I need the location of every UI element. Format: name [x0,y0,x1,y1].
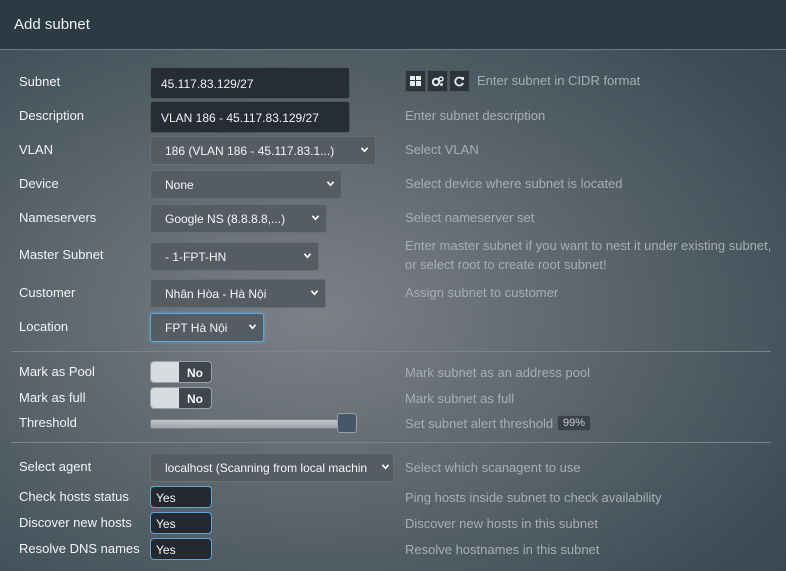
threshold-slider-track[interactable] [150,419,350,429]
agent-label: Select agent [19,459,92,474]
section-divider [11,351,771,352]
discover-toggle[interactable]: Yes [150,512,212,534]
threshold-hint: Set subnet alert threshold [405,416,554,431]
modal-header: Add subnet [0,0,786,50]
discover-hint: Discover new hosts in this subnet [405,516,598,531]
chevron-down-icon [327,181,334,187]
customer-select-value: Nhân Hòa - Hà Nội [165,287,267,301]
mark-full-toggle[interactable]: No [150,387,212,409]
customer-select[interactable]: Nhân Hòa - Hà Nội [150,279,326,308]
mark-full-label: Mark as full [19,390,86,405]
cogs-icon[interactable] [427,70,448,92]
resolve-dns-toggle[interactable]: Yes [150,538,212,560]
threshold-slider-handle[interactable] [337,413,357,433]
vlan-select-value: 186 (VLAN 186 - 45.117.83.1...) [165,144,335,158]
nameservers-label: Nameservers [19,210,97,225]
chevron-down-icon [361,147,368,153]
chevron-down-icon [312,215,319,221]
section-divider [11,442,771,443]
check-hosts-toggle[interactable]: Yes [150,486,212,508]
mark-full-hint: Mark subnet as full [405,391,515,406]
mark-pool-hint: Mark subnet as an address pool [405,365,590,380]
nameservers-select-value: Google NS (8.8.8.8,...) [165,212,286,226]
agent-select[interactable]: localhost (Scanning from local machin [150,453,394,482]
nameservers-hint: Select nameserver set [405,210,535,225]
resolve-dns-hint: Resolve hostnames in this subnet [405,542,600,557]
device-select-value: None [165,178,194,192]
description-input[interactable]: VLAN 186 - 45.117.83.129/27 [150,101,350,133]
modal-title: Add subnet [14,16,90,33]
chevron-down-icon [382,464,389,470]
mark-full-state: No [187,392,203,406]
threshold-value-badge: 99% [557,415,592,431]
mark-pool-label: Mark as Pool [19,364,95,379]
subnet-label: Subnet [19,74,61,89]
master-subnet-hint-line2: or select root to create root subnet! [405,257,607,272]
device-select[interactable]: None [150,170,342,199]
description-hint: Enter subnet description [405,108,546,123]
chevron-down-icon [304,253,311,259]
nameservers-select[interactable]: Google NS (8.8.8.8,...) [150,204,327,233]
master-subnet-select-value: - 1-FPT-HN [165,250,227,264]
threshold-label: Threshold [19,415,77,430]
vlan-hint: Select VLAN [405,142,479,157]
vlan-label: VLAN [19,142,53,157]
master-subnet-hint-line1: Enter master subnet if you want to nest … [405,238,772,253]
customer-hint: Assign subnet to customer [405,285,559,300]
chevron-down-icon [311,290,318,296]
location-label: Location [19,319,69,334]
master-subnet-label: Master Subnet [19,247,104,262]
resolve-dns-label: Resolve DNS names [19,541,140,556]
mark-pool-state: No [187,366,203,380]
table-icon[interactable] [405,70,426,92]
discover-label: Discover new hosts [19,515,132,530]
chevron-down-icon [249,324,256,330]
location-select[interactable]: FPT Hà Nội [150,313,264,342]
agent-hint: Select which scanagent to use [405,460,581,475]
vlan-select[interactable]: 186 (VLAN 186 - 45.117.83.1...) [150,136,376,165]
mark-pool-toggle[interactable]: No [150,361,212,383]
device-hint: Select device where subnet is located [405,176,623,191]
refresh-icon[interactable] [449,70,470,92]
subnet-hint: Enter subnet in CIDR format [477,73,641,88]
customer-label: Customer [19,285,76,300]
toggle-knob [151,362,179,382]
subnet-input[interactable]: 45.117.83.129/27 [150,67,350,99]
check-hosts-label: Check hosts status [19,489,129,504]
subnet-tools [405,70,471,92]
toggle-knob [151,388,179,408]
location-select-value: FPT Hà Nội [165,321,228,335]
master-subnet-select[interactable]: - 1-FPT-HN [150,242,319,271]
description-label: Description [19,108,85,123]
device-label: Device [19,176,59,191]
agent-select-value: localhost (Scanning from local machin [165,461,368,475]
check-hosts-hint: Ping hosts inside subnet to check availa… [405,490,662,505]
